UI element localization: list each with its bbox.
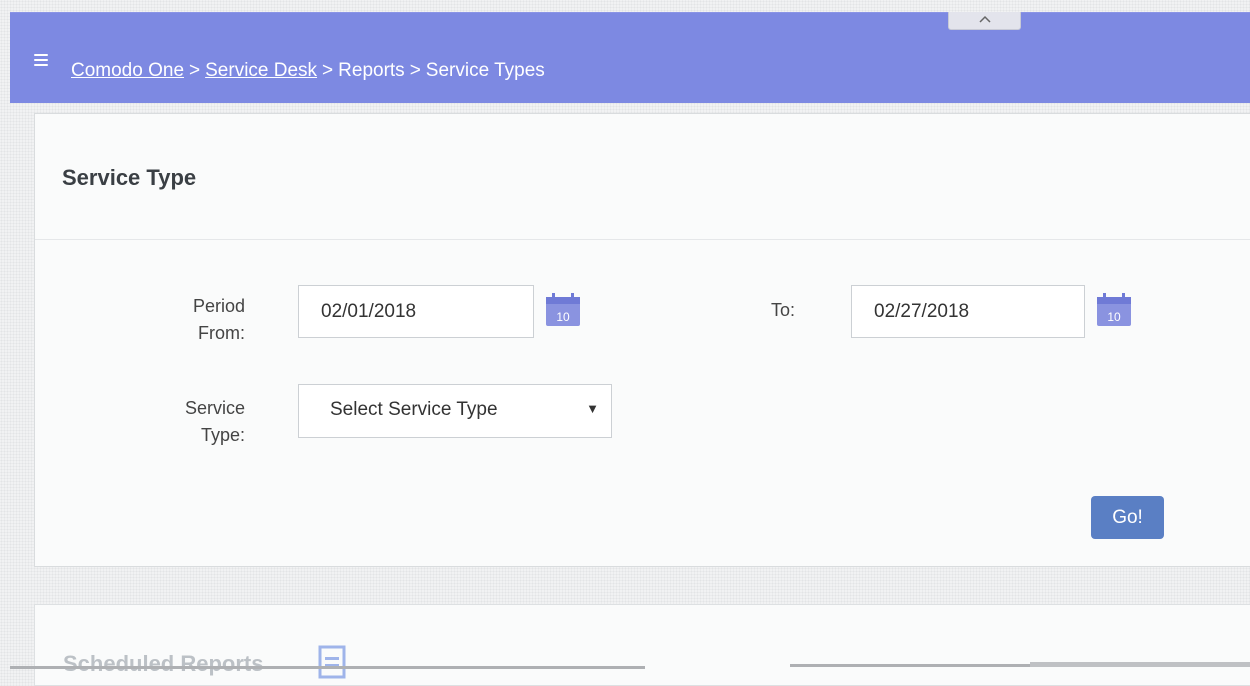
calendar-day: 10 [556, 310, 570, 324]
breadcrumb-service-types: Service Types [425, 60, 545, 81]
calendar-day: 10 [1107, 310, 1121, 324]
breadcrumb-comodo-one[interactable]: Comodo One [71, 60, 184, 81]
service-type-selected: Select Service Type [330, 399, 498, 420]
breadcrumb-separator: > [322, 60, 334, 81]
menu-icon[interactable] [34, 54, 48, 66]
breadcrumb-service-desk[interactable]: Service Desk [205, 60, 317, 81]
card-title: Service Type [62, 165, 197, 190]
top-header: Comodo One > Service Desk > Reports > Service … [10, 12, 1250, 103]
bottom-edge [0, 662, 1250, 673]
service-type-select[interactable]: Select Service Type ▼ [298, 384, 612, 438]
breadcrumb: Comodo One > Service Desk > Reports > Service … [71, 59, 545, 83]
collapse-header-button[interactable] [948, 12, 1021, 30]
to-label: To: [770, 300, 795, 320]
calendar-icon[interactable]: 10 [545, 291, 581, 327]
scheduled-reports-card: Scheduled Reports [34, 604, 1250, 686]
to-input[interactable] [851, 285, 1085, 338]
period-from-label: Period From: [192, 296, 245, 343]
breadcrumb-separator: > [189, 60, 201, 81]
breadcrumb-reports: Reports [338, 60, 405, 81]
breadcrumb-separator: > [409, 60, 421, 81]
card-header: Service Type [35, 114, 1250, 240]
chevron-up-icon [978, 15, 991, 23]
go-button[interactable]: Go! [1091, 496, 1164, 539]
calendar-icon[interactable]: 10 [1096, 291, 1132, 327]
service-type-card: Service Type Period From: 10 To: 10 Serv… [34, 113, 1250, 567]
period-from-input[interactable] [298, 285, 534, 338]
dropdown-arrow-icon: ▼ [586, 401, 599, 416]
service-type-label: Service Type: [184, 398, 245, 445]
